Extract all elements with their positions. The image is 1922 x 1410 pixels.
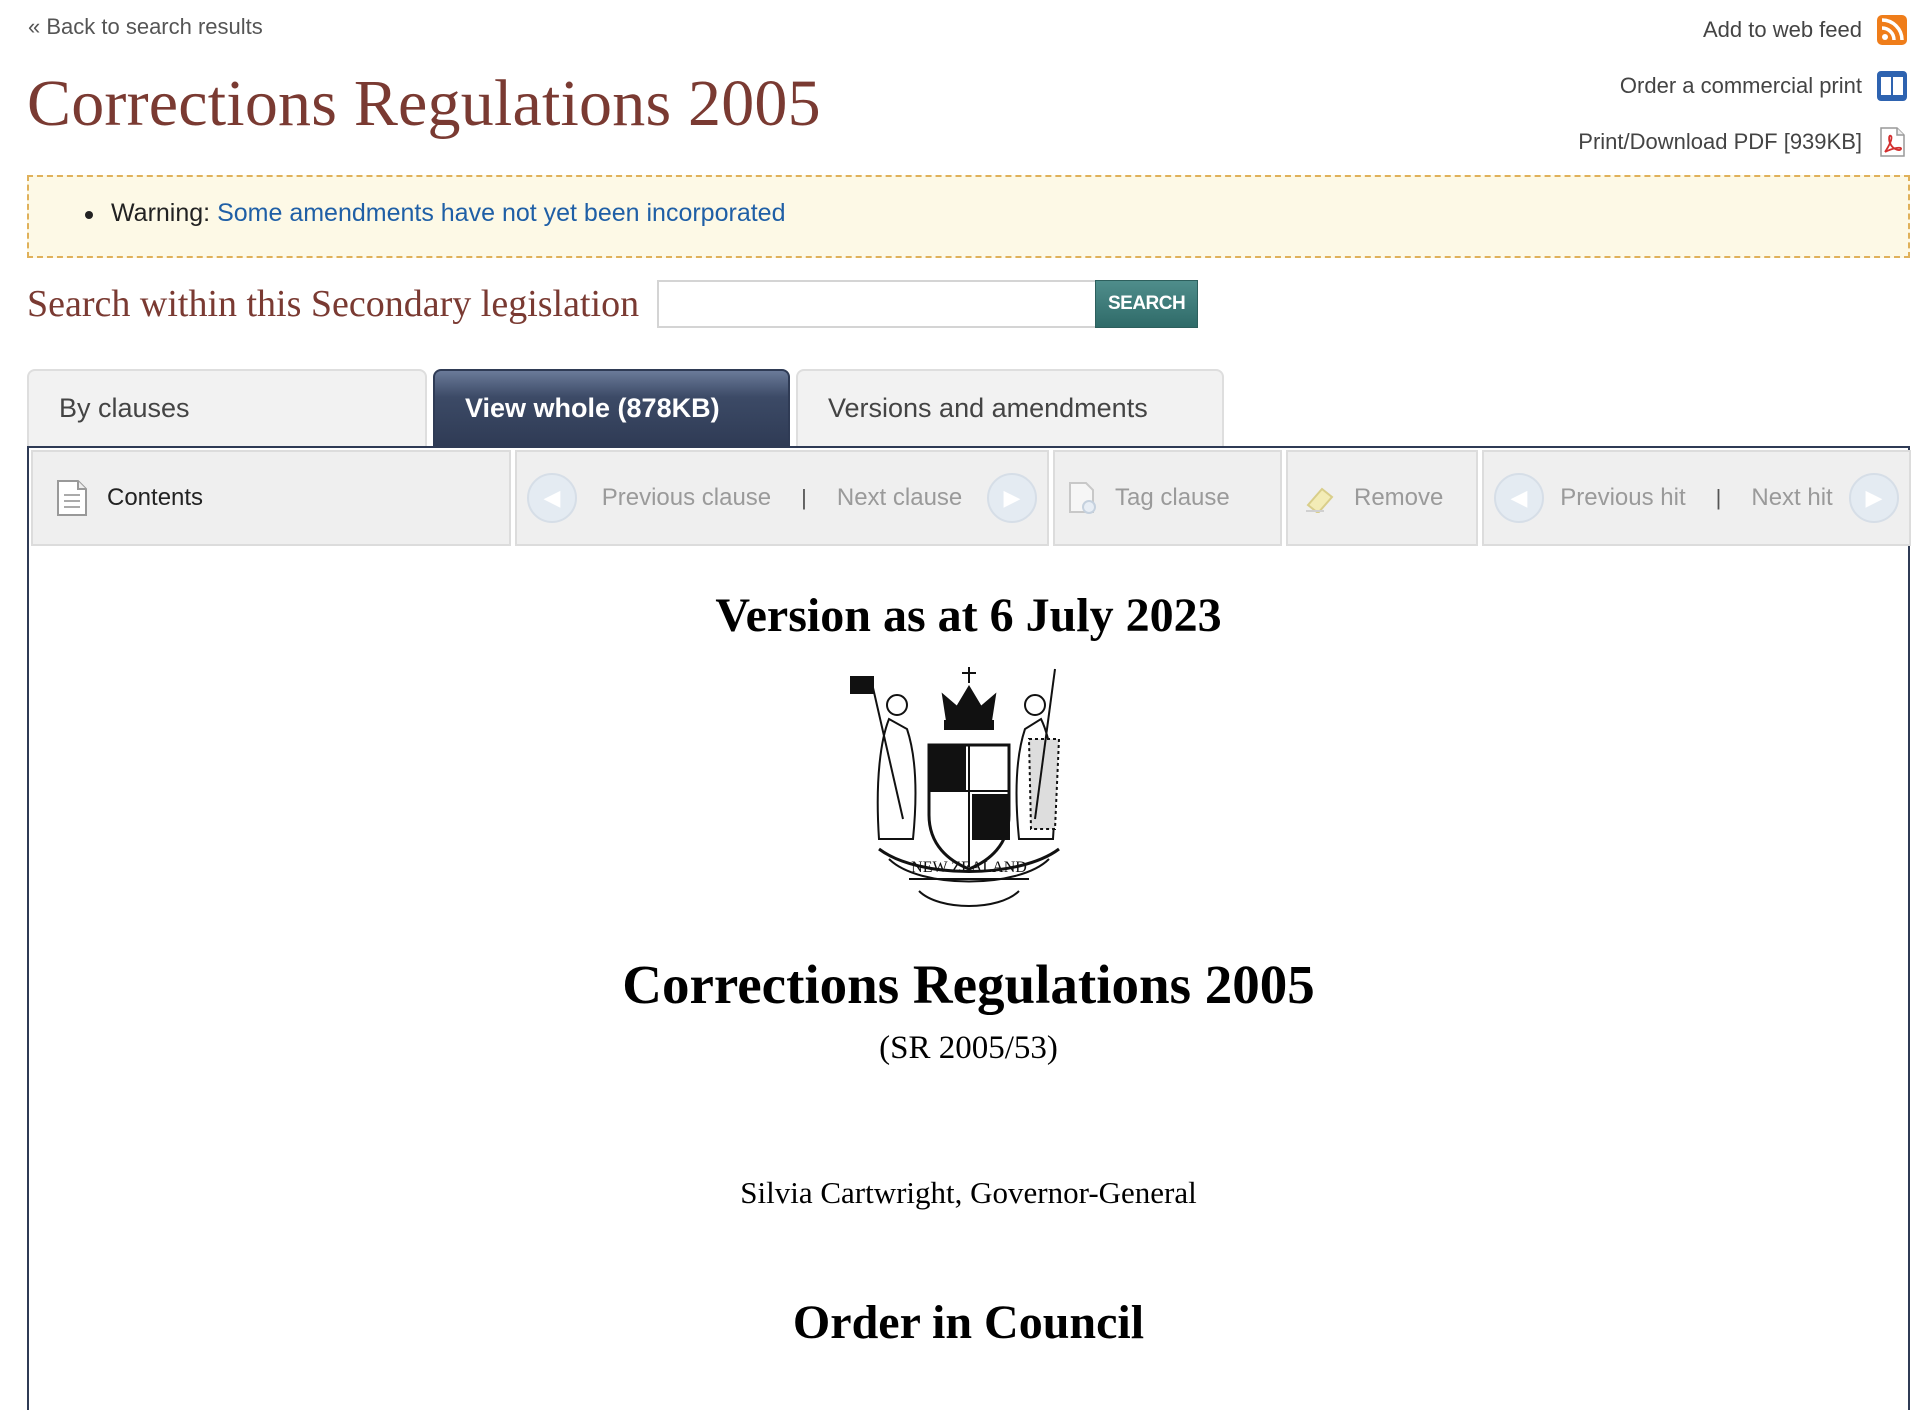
- coat-of-arms-icon: NEW ZEALAND: [849, 667, 1060, 907]
- next-hit-arrow-icon[interactable]: ▶: [1849, 473, 1899, 523]
- document-frame: Contents ◀ Previous clause | Next clause…: [27, 446, 1911, 1410]
- remove-button[interactable]: Remove: [1286, 450, 1478, 546]
- next-clause-arrow-icon[interactable]: ▶: [987, 473, 1037, 523]
- tab-by-clauses[interactable]: By clauses: [27, 369, 427, 446]
- previous-clause-button[interactable]: Previous clause: [602, 484, 771, 512]
- order-commercial-print-label: Order a commercial print: [1619, 73, 1862, 98]
- warning-label: Warning:: [111, 199, 211, 227]
- hit-nav-labels: Previous hit | Next hit: [1544, 484, 1849, 512]
- search-button[interactable]: SEARCH: [1095, 280, 1199, 328]
- rss-icon: [1877, 15, 1907, 45]
- add-web-feed-link[interactable]: Add to web feed: [1703, 14, 1908, 46]
- pdf-icon: [1880, 127, 1905, 157]
- remove-label: Remove: [1354, 484, 1444, 511]
- eraser-icon: [1306, 487, 1334, 513]
- add-web-feed-label: Add to web feed: [1702, 17, 1862, 42]
- previous-hit-button[interactable]: Previous hit: [1560, 484, 1685, 512]
- warning-box: Warning: Some amendments have not yet be…: [27, 175, 1910, 258]
- document-toolbar: Contents ◀ Previous clause | Next clause…: [31, 450, 1911, 546]
- amendments-warning-link[interactable]: Some amendments have not yet been incorp…: [217, 199, 785, 227]
- document-icon: [57, 480, 87, 516]
- order-in-council-heading: Order in Council: [792, 1296, 1145, 1349]
- book-icon: [1877, 71, 1907, 101]
- page-title: Corrections Regulations 2005: [27, 67, 821, 140]
- separator: |: [1715, 485, 1722, 510]
- order-commercial-print-link[interactable]: Order a commercial print: [1620, 70, 1908, 102]
- back-to-search-link[interactable]: « Back to search results: [28, 14, 263, 40]
- view-tabs: By clauses View whole (878KB) Versions a…: [27, 369, 1224, 446]
- warning-item: Warning: Some amendments have not yet be…: [85, 199, 785, 228]
- previous-hit-arrow-icon[interactable]: ◀: [1494, 473, 1544, 523]
- next-clause-button[interactable]: Next clause: [837, 484, 962, 512]
- tab-view-whole[interactable]: View whole (878KB): [433, 369, 790, 446]
- download-pdf-link[interactable]: Print/Download PDF [939KB]: [1578, 126, 1908, 158]
- next-hit-button[interactable]: Next hit: [1751, 484, 1832, 512]
- download-pdf-label: Print/Download PDF [939KB]: [1578, 129, 1862, 154]
- crest-text: NEW ZEALAND: [911, 859, 1027, 876]
- hit-navigation: ◀ Previous hit | Next hit ▶: [1482, 450, 1911, 546]
- search-input[interactable]: [657, 280, 1096, 328]
- tag-icon: [1069, 482, 1096, 514]
- contents-button[interactable]: Contents: [31, 450, 511, 546]
- search-label: Search within this Secondary legislation: [27, 283, 640, 325]
- tab-versions-amendments[interactable]: Versions and amendments: [796, 369, 1224, 446]
- document-title: Corrections Regulations 2005: [622, 954, 1315, 1015]
- version-heading: Version as at 6 July 2023: [715, 589, 1222, 642]
- tag-clause-button[interactable]: Tag clause: [1053, 450, 1282, 546]
- document-content: Version as at 6 July 2023 NEW ZEALAND Co…: [29, 588, 1908, 1350]
- previous-clause-arrow-icon[interactable]: ◀: [527, 473, 577, 523]
- tag-clause-label: Tag clause: [1115, 484, 1230, 511]
- contents-label: Contents: [107, 484, 204, 511]
- separator: |: [801, 485, 807, 510]
- document-reference: (SR 2005/53): [879, 1030, 1058, 1066]
- governor-general: Silvia Cartwright, Governor-General: [740, 1175, 1197, 1210]
- clause-navigation: ◀ Previous clause | Next clause ▶: [515, 450, 1049, 546]
- clause-nav-labels: Previous clause | Next clause: [577, 484, 987, 512]
- search-row: Search within this Secondary legislation…: [27, 280, 1199, 328]
